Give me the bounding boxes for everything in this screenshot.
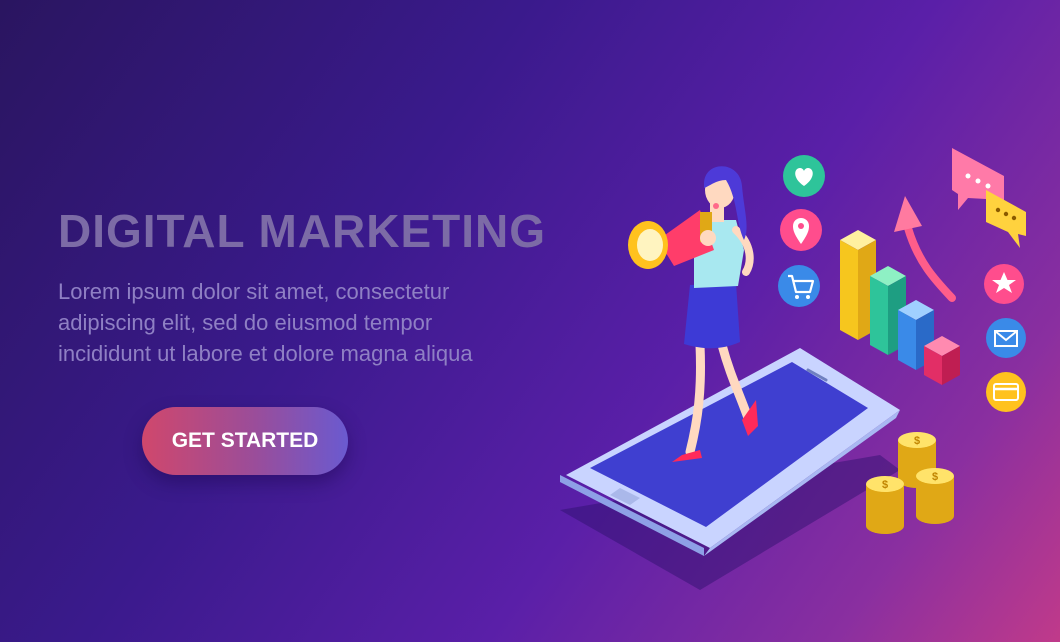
bar-chart-icon bbox=[840, 230, 960, 385]
svg-text:$: $ bbox=[914, 435, 920, 447]
description-line: adipiscing elit, sed do eiusmod tempor bbox=[58, 310, 433, 335]
get-started-button[interactable]: GET STARTED bbox=[142, 407, 348, 475]
marketing-illustration: $ $ $ bbox=[520, 120, 1060, 642]
chat-bubbles-icon bbox=[952, 148, 1026, 248]
description-line: incididunt ut labore et dolore magna ali… bbox=[58, 341, 473, 366]
page-title: DIGITAL MARKETING bbox=[58, 205, 547, 257]
heart-icon bbox=[783, 155, 825, 197]
hero-banner: DIGITAL MARKETING Lorem ipsum dolor sit … bbox=[0, 0, 1060, 642]
svg-text:$: $ bbox=[882, 479, 888, 491]
dollar-coin-icon: $ $ $ bbox=[866, 432, 954, 534]
mail-icon bbox=[986, 318, 1026, 358]
location-pin-icon bbox=[780, 209, 822, 251]
credit-card-icon bbox=[986, 372, 1026, 412]
description-line: Lorem ipsum dolor sit amet, consectetur bbox=[58, 279, 450, 304]
svg-text:$: $ bbox=[932, 471, 938, 483]
hero-description: Lorem ipsum dolor sit amet, consectetur … bbox=[58, 276, 473, 369]
shopping-cart-icon bbox=[778, 265, 820, 307]
star-icon bbox=[984, 264, 1024, 304]
